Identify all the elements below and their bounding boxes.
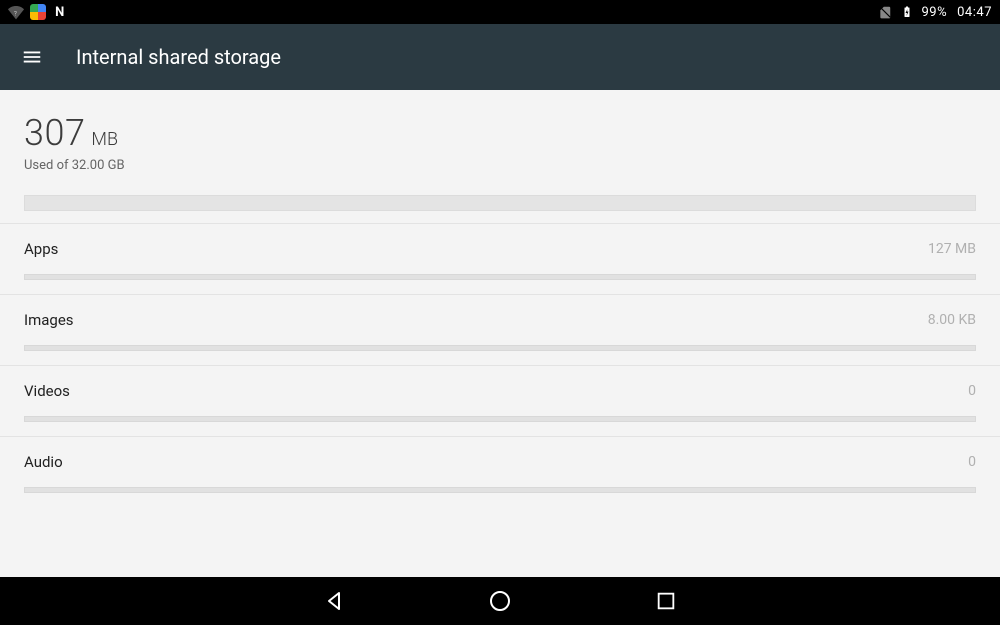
- category-label: Images: [24, 311, 74, 329]
- status-bar: ? N 99% 04:47: [0, 0, 1000, 24]
- category-bar: [24, 345, 976, 351]
- category-apps[interactable]: Apps 127 MB: [0, 223, 1000, 294]
- svg-text:?: ?: [14, 10, 17, 17]
- menu-icon[interactable]: [20, 45, 44, 69]
- no-sim-icon: [877, 4, 893, 20]
- used-unit: MB: [91, 129, 118, 150]
- category-size: 0: [968, 454, 976, 470]
- used-amount: 307: [24, 112, 85, 154]
- wifi-icon: ?: [8, 4, 24, 20]
- category-bar: [24, 416, 976, 422]
- category-videos[interactable]: Videos 0: [0, 365, 1000, 436]
- app-icon: [30, 4, 46, 20]
- category-label: Audio: [24, 453, 63, 471]
- category-size: 127 MB: [928, 241, 976, 257]
- n-icon: N: [52, 4, 68, 20]
- recents-button[interactable]: [653, 588, 679, 614]
- storage-summary: 307 MB Used of 32.00 GB: [0, 90, 1000, 223]
- content[interactable]: 307 MB Used of 32.00 GB Apps 127 MB Imag…: [0, 90, 1000, 577]
- category-bar: [24, 487, 976, 493]
- clock: 04:47: [957, 5, 992, 20]
- battery-charging-icon: [899, 4, 915, 20]
- home-button[interactable]: [487, 588, 513, 614]
- category-images[interactable]: Images 8.00 KB: [0, 294, 1000, 365]
- category-audio[interactable]: Audio 0: [0, 436, 1000, 507]
- storage-bar: [24, 195, 976, 211]
- app-bar: Internal shared storage: [0, 24, 1000, 90]
- category-size: 0: [968, 383, 976, 399]
- category-list: Apps 127 MB Images 8.00 KB Videos 0: [0, 223, 1000, 507]
- battery-percent: 99%: [921, 5, 947, 20]
- back-button[interactable]: [321, 588, 347, 614]
- nav-bar: [0, 577, 1000, 625]
- category-bar: [24, 274, 976, 280]
- category-label: Videos: [24, 382, 70, 400]
- category-label: Apps: [24, 240, 58, 258]
- used-subtitle: Used of 32.00 GB: [24, 158, 976, 173]
- page-title: Internal shared storage: [76, 45, 281, 69]
- category-size: 8.00 KB: [928, 312, 976, 328]
